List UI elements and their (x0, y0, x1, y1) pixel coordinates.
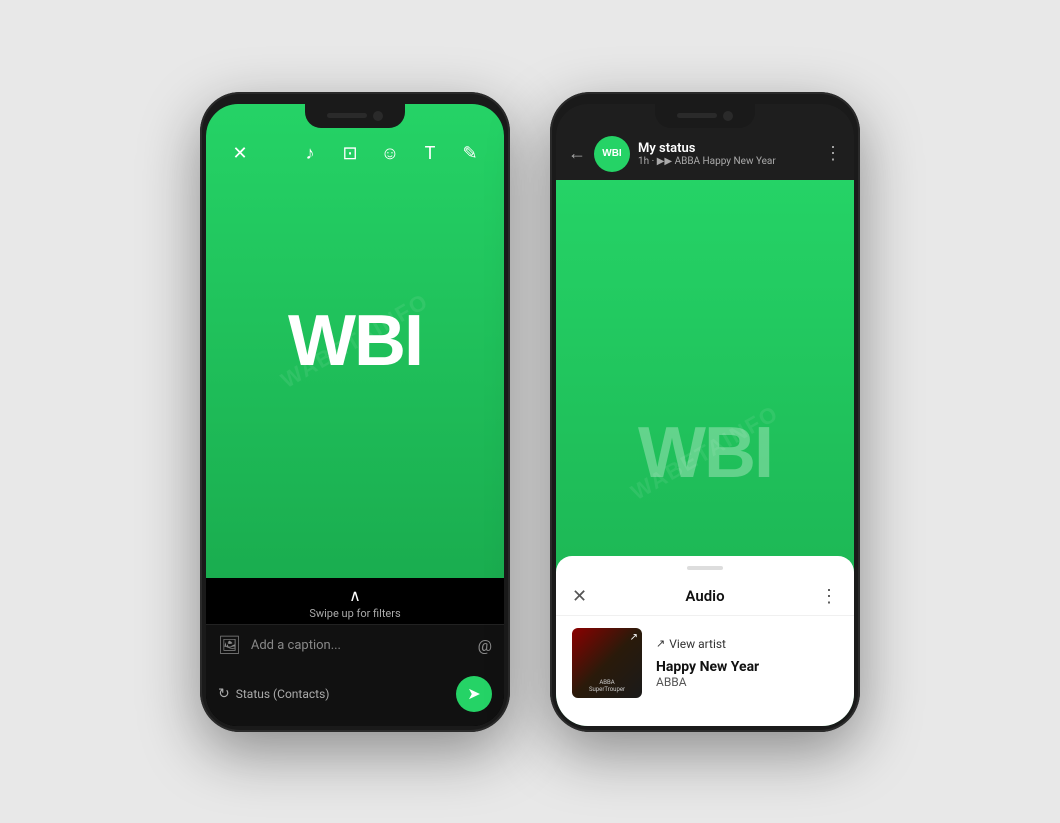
notch-right (655, 104, 755, 128)
track-info: ↗ View artist Happy New Year ABBA (656, 637, 838, 689)
status-contacts[interactable]: ↻ Status (Contacts) (218, 686, 329, 702)
view-artist-row: ↗ View artist (656, 637, 838, 651)
phone-left-screen: ✕ ♪ ⊡ ☺ T (206, 104, 504, 726)
status-contacts-label: Status (Contacts) (236, 687, 330, 701)
phone-right: ← WBI My status 1h · ▶▶ ABBA Happy New Y… (550, 92, 860, 732)
sheet-title: Audio (600, 587, 810, 605)
pen-icon[interactable]: ✎ (452, 136, 488, 172)
contacts-icon: ↻ (218, 686, 230, 702)
camera-right (723, 111, 733, 121)
sheet-more-icon[interactable]: ⋮ (810, 586, 838, 607)
avatar: WBI (594, 136, 630, 172)
send-icon: ➤ (467, 684, 480, 703)
status-meta: 1h · ▶▶ ABBA Happy New Year (638, 156, 816, 167)
speaker-right (677, 113, 717, 118)
send-button[interactable]: ➤ (456, 676, 492, 712)
crop-icon[interactable]: ⊡ (332, 136, 368, 172)
wbi-logo-right: WBI (638, 412, 772, 494)
notch-left (305, 104, 405, 128)
status-name: My status (638, 141, 816, 156)
view-artist-button[interactable]: View artist (669, 637, 726, 651)
back-button[interactable]: ← (568, 143, 586, 164)
phone2-content: WABETAINFO WBI ✕ Audio ⋮ (556, 180, 854, 726)
status-info: My status 1h · ▶▶ ABBA Happy New Year (638, 141, 816, 167)
more-options-icon[interactable]: ⋮ (824, 143, 842, 164)
external-link-icon: ↗ (630, 632, 638, 643)
phone1-screen: ✕ ♪ ⊡ ☺ T (206, 104, 504, 726)
sheet-body: ABBA SuperTrouper ↗ ↗ View artist (556, 616, 854, 710)
album-label: ABBA SuperTrouper (589, 679, 625, 693)
track-artist: ABBA (656, 675, 838, 689)
camera (373, 111, 383, 121)
phone-left: ✕ ♪ ⊡ ☺ T (200, 92, 510, 732)
caption-input[interactable]: Add a caption... (251, 638, 468, 653)
send-bar: ↻ Status (Contacts) ➤ (206, 666, 504, 726)
mention-icon[interactable]: @ (478, 636, 492, 655)
sheet-handle (687, 566, 723, 570)
caption-bar: 🖼 Add a caption... @ (206, 624, 504, 666)
sheet-header: ✕ Audio ⋮ (556, 578, 854, 616)
phone2-screen: ← WBI My status 1h · ▶▶ ABBA Happy New Y… (556, 104, 854, 726)
speaker (327, 113, 367, 118)
swipe-up-arrow-icon: ∧ (349, 586, 361, 605)
caption-image-icon: 🖼 (218, 635, 241, 656)
wbi-logo-left: WBI (288, 300, 422, 382)
toolbar-right-icons: ♪ ⊡ ☺ T ✎ (292, 136, 488, 172)
track-title: Happy New Year (656, 659, 838, 675)
emoji-icon[interactable]: ☺ (372, 136, 408, 172)
audio-sheet: ✕ Audio ⋮ ABBA SuperTrouper (556, 556, 854, 726)
close-button[interactable]: ✕ (222, 136, 258, 172)
music-icon[interactable]: ♪ (292, 136, 328, 172)
sheet-close-button[interactable]: ✕ (572, 586, 600, 607)
text-icon[interactable]: T (412, 136, 448, 172)
swipe-label: Swipe up for filters (309, 607, 400, 620)
swipe-hint: ∧ Swipe up for filters (206, 578, 504, 624)
view-artist-icon: ↗ (656, 637, 665, 650)
album-art: ABBA SuperTrouper ↗ (572, 628, 642, 698)
phones-container: ✕ ♪ ⊡ ☺ T (170, 62, 890, 762)
phone-right-screen: ← WBI My status 1h · ▶▶ ABBA Happy New Y… (556, 104, 854, 726)
